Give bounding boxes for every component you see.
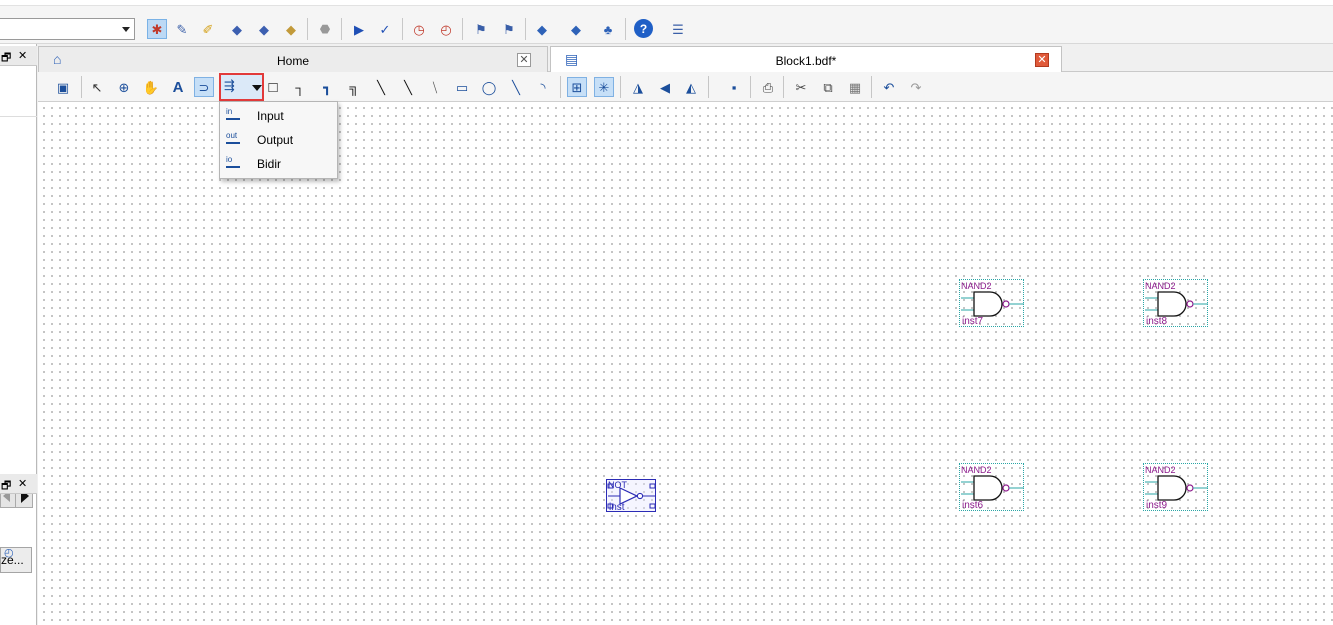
close-icon[interactable]: ✕ xyxy=(18,477,27,490)
rubberbanding-icon[interactable]: ⊞ xyxy=(567,77,587,97)
undo-icon[interactable]: ↶ xyxy=(879,77,899,97)
flip-vertical-icon[interactable]: ◀ xyxy=(655,77,675,97)
netlist2-icon[interactable]: ⚑ xyxy=(499,19,519,39)
symbol-tool-icon[interactable]: ⊃ xyxy=(194,77,214,97)
close-icon[interactable]: ✕ xyxy=(1035,53,1049,67)
redo-icon[interactable]: ↷ xyxy=(906,77,926,97)
instance-label: inst xyxy=(609,502,625,513)
document-tabs: ⌂ Home ✕ ▤ Block1.bdf* ✕ xyxy=(38,44,1333,73)
chevron-down-icon[interactable] xyxy=(252,85,262,91)
diagonal-node-tool-icon[interactable]: ╲ xyxy=(371,77,391,97)
close-icon[interactable]: ✕ xyxy=(18,49,27,62)
menu-item-label: Input xyxy=(257,109,284,123)
pin-tool-menu: in Input out Output io Bidir xyxy=(219,101,338,179)
tab-label: Block1.bdf* xyxy=(775,54,837,68)
nand2-symbol[interactable]: NAND2 inst7 xyxy=(959,279,1024,327)
bidir-pin-icon: io xyxy=(226,156,240,168)
rotate-icon[interactable]: ◭ xyxy=(681,77,701,97)
instance-label: inst9 xyxy=(1146,500,1168,511)
orthogonal-node-tool-icon[interactable]: ┐ xyxy=(290,77,310,97)
pin-tool-button[interactable]: ⇶ xyxy=(219,73,264,101)
nand2-symbol[interactable]: NAND2 inst8 xyxy=(1143,279,1208,327)
download-icon[interactable]: ◆ xyxy=(532,19,552,39)
output-pin-icon: out xyxy=(226,132,240,144)
block-editor-toolbar: ▣ ↖ ⊕ ✋ A ⊃ ⇶ □ ┐ ┓ ╗ ╲ ╲ ⧹ ▭ ◯ ╲ ◝ ⊞ ✳ … xyxy=(38,72,1333,102)
nand2-symbol[interactable]: NAND2 inst9 xyxy=(1143,463,1208,511)
panel-header-2: 🗗 ✕ xyxy=(0,474,37,494)
instance-label: inst6 xyxy=(962,500,984,511)
analysis-icon[interactable]: ◆ xyxy=(227,19,247,39)
menu-item-label: Output xyxy=(257,133,294,147)
menu-item-input[interactable]: in Input xyxy=(220,104,337,128)
partial-line-select-icon[interactable]: ✳ xyxy=(594,77,614,97)
input-pin-icon: in xyxy=(226,108,240,120)
block-tool-icon[interactable]: □ xyxy=(263,77,283,97)
tab-home[interactable]: ⌂ Home ✕ xyxy=(38,46,548,72)
diagonal-bus-tool-icon[interactable]: ╲ xyxy=(398,77,418,97)
cut-icon[interactable]: ✂ xyxy=(791,77,811,97)
main-toolbar: ✱ ✎ ✐ ◆ ◆ ◆ ⬣ ▶ ✓ ◷ ◴ ⚑ ⚑ ◆ ◆ ♣ ? ☰ xyxy=(0,0,1333,44)
play-icon[interactable]: ▶ xyxy=(349,19,369,39)
nand2-symbol[interactable]: NAND2 inst6 xyxy=(959,463,1024,511)
clock-icon: ◴ xyxy=(4,547,14,559)
instance-label: inst7 xyxy=(962,316,984,327)
tab-label: Home xyxy=(276,54,309,68)
print-icon[interactable]: ⎙ xyxy=(758,77,778,97)
restore-icon[interactable]: 🗗 xyxy=(1,49,11,68)
programmer-icon[interactable]: ◆ xyxy=(566,19,586,39)
help-icon[interactable]: ? xyxy=(634,19,653,38)
panel-header: 🗗 ✕ xyxy=(0,46,37,66)
menu-item-output[interactable]: out Output xyxy=(220,128,337,152)
assembler-icon[interactable]: ✓ xyxy=(375,19,395,39)
instance-label: inst8 xyxy=(1146,316,1168,327)
flip-horizontal-icon[interactable]: ◮ xyxy=(628,77,648,97)
arc-tool-icon[interactable]: ◝ xyxy=(533,77,553,97)
menu-item-label: Bidir xyxy=(257,157,282,171)
stop-icon[interactable]: ⬣ xyxy=(315,19,335,39)
save-icon[interactable]: ▪ xyxy=(724,77,744,97)
oval-tool-icon[interactable]: ◯ xyxy=(479,77,499,97)
menu-item-bidir[interactable]: io Bidir xyxy=(220,152,337,176)
title-strip xyxy=(0,0,1333,6)
pencil-icon[interactable]: ✎ xyxy=(172,19,192,39)
synthesis-icon[interactable]: ◆ xyxy=(254,19,274,39)
pin-tool-icon: ⇶ xyxy=(224,78,235,93)
text-tool-icon[interactable]: A xyxy=(168,77,188,97)
paste-icon[interactable]: ▦ xyxy=(845,77,865,97)
orthogonal-conduit-tool-icon[interactable]: ╗ xyxy=(344,77,364,97)
rectangle-tool-icon[interactable]: ▭ xyxy=(452,77,472,97)
hand-tool-icon[interactable]: ✋ xyxy=(141,77,161,97)
selection-tool-icon[interactable]: ↖ xyxy=(87,77,107,97)
wand-icon[interactable]: ✐ xyxy=(198,19,218,39)
hierarchy-icon[interactable]: ♣ xyxy=(598,19,618,39)
not-symbol[interactable]: NOT inst xyxy=(606,479,656,513)
schematic-canvas[interactable]: NAND2 inst7 NAND2 inst8 NOT inst NAND2 i… xyxy=(38,102,1333,625)
left-dock-panel: 🗗 ✕ 🗗 ✕ ze... ◴ xyxy=(0,44,37,625)
tab-block1[interactable]: ▤ Block1.bdf* ✕ xyxy=(550,46,1062,73)
revision-combo[interactable] xyxy=(0,18,135,40)
orthogonal-bus-tool-icon[interactable]: ┓ xyxy=(317,77,337,97)
compile-icon[interactable]: ✱ xyxy=(147,19,167,39)
detach-window-icon[interactable]: ▣ xyxy=(53,77,73,97)
netlist-icon[interactable]: ⚑ xyxy=(471,19,491,39)
fitter-icon[interactable]: ◆ xyxy=(281,19,301,39)
chat-icon[interactable]: ☰ xyxy=(668,19,688,39)
timer-icon[interactable]: ◷ xyxy=(409,19,429,39)
chevron-down-icon[interactable] xyxy=(122,27,130,32)
close-icon[interactable]: ✕ xyxy=(517,53,531,67)
stopwatch-icon[interactable]: ◴ xyxy=(436,19,456,39)
diagonal-conduit-tool-icon[interactable]: ⧹ xyxy=(425,77,445,97)
zoom-tool-icon[interactable]: ⊕ xyxy=(114,77,134,97)
restore-icon[interactable]: 🗗 xyxy=(1,477,11,496)
copy-icon[interactable]: ⧉ xyxy=(818,77,838,97)
line-tool-icon[interactable]: ╲ xyxy=(506,77,526,97)
